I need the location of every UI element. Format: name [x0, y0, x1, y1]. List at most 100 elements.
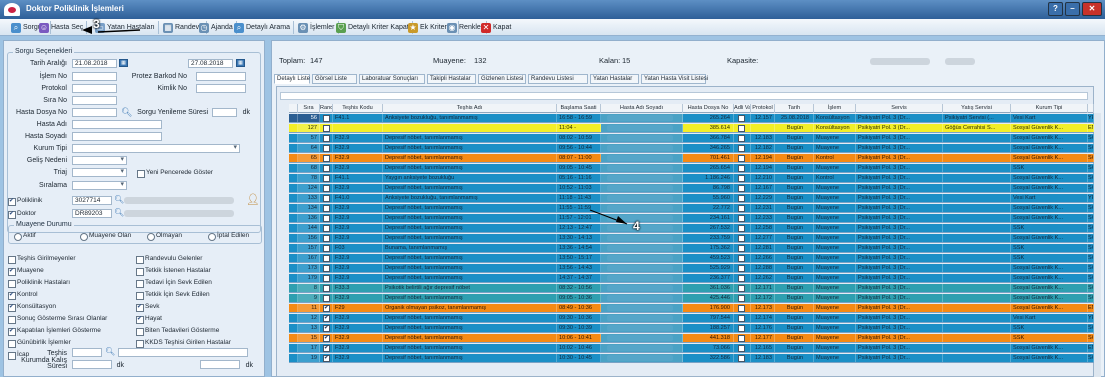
table-row[interactable]: 57 F32.9 Depresif nöbet, tanımlanmamış 08:0… [289, 134, 1094, 143]
randevu-checkbox[interactable] [323, 175, 330, 182]
randevu-checkbox[interactable] [323, 215, 330, 222]
table-row[interactable]: 65 F32.9 Depresif nöbet, tanımlanmamış 08:0… [289, 154, 1094, 163]
column-header[interactable]: Protokol [751, 104, 775, 113]
adli-vaka-checkbox[interactable] [738, 165, 745, 172]
filter-checkbox[interactable]: Hayat [136, 315, 162, 324]
radio-muayene-olan[interactable]: Muayene Olan [80, 232, 131, 241]
gelis-nedeni-select[interactable] [72, 156, 127, 165]
table-row[interactable]: 19 F32.9Depresif nöbet, tanımlanmamış10:3… [289, 354, 1094, 363]
teshis-name-input[interactable] [118, 348, 248, 357]
table-row[interactable]: 133 F41.0 Anksiyete bozukluğu, tanımlanmam… [289, 194, 1094, 203]
minimize-button[interactable]: – [1065, 2, 1080, 16]
kalis-max-input[interactable] [200, 360, 240, 369]
protokol-input[interactable] [72, 84, 117, 93]
randevu-checkbox[interactable] [323, 165, 330, 172]
adli-vaka-checkbox[interactable] [738, 325, 745, 332]
tab-2[interactable]: Görsel Liste [312, 74, 357, 84]
table-row[interactable]: 179 F32.9 Depresif nöbet, tanımlanmamış 14:… [289, 274, 1094, 283]
tab-8[interactable]: Yatan Hasta Visit Listesi [641, 74, 708, 84]
radio-aktif[interactable]: Aktif [14, 232, 36, 241]
tab-4[interactable]: Takipli Hastalar [427, 74, 476, 84]
randevu-checkbox[interactable] [323, 245, 330, 252]
randevu-checkbox[interactable] [323, 155, 330, 162]
search-icon[interactable]: 🔍︎ [105, 347, 115, 356]
adli-vaka-checkbox[interactable] [738, 215, 745, 222]
table-row[interactable]: 8 F33.3 Psikotik belirtili ağır depresif n… [289, 284, 1094, 293]
randevu-checkbox[interactable] [323, 225, 330, 232]
column-header[interactable]: Servis [856, 104, 943, 113]
close-window-button[interactable]: ✕ [1082, 2, 1102, 16]
filter-checkbox[interactable]: Tetkik İçin Sevk Edilen [136, 291, 210, 300]
hasta-adi-input[interactable] [72, 120, 162, 129]
table-row[interactable]: 11 F29Organik olmayan psikoz, tanımlanmam… [289, 304, 1094, 313]
toolbar-button-10[interactable]: ◉ Renkler [446, 21, 488, 34]
table-row[interactable]: 157 F03 Bunama, tanımlanmamış 13:36 - 14:54… [289, 244, 1094, 253]
table-row[interactable]: 56 F41.1 Anksiyete bozukluğu, tanımlanmamı… [289, 114, 1094, 123]
randevu-checkbox[interactable] [323, 305, 330, 312]
toolbar-button-2[interactable]: ☺ Hasta Seç [38, 21, 88, 34]
adli-vaka-checkbox[interactable] [738, 175, 745, 182]
filter-checkbox[interactable]: Teşhis Girilmeyenler [8, 255, 76, 264]
date-from-input[interactable]: 21.08.2018 [72, 59, 117, 68]
adli-vaka-checkbox[interactable] [738, 295, 745, 302]
randevu-checkbox[interactable] [323, 195, 330, 202]
filter-checkbox[interactable]: Tedavi İçin Sevk Edilen [136, 279, 212, 288]
table-row[interactable]: 136 F32.9 Depresif nöbet, tanımlanmamış 11:… [289, 214, 1094, 223]
randevu-checkbox[interactable] [323, 115, 330, 122]
table-row[interactable]: 173 F32.9 Depresif nöbet, tanımlanmamış 13:… [289, 264, 1094, 273]
vertical-scrollbar[interactable] [1094, 113, 1101, 377]
toolbar-button-7[interactable]: ⚙ İşlemler [297, 21, 338, 34]
table-row[interactable]: 64 F32.9 Depresif nöbet, tanımlanmamış 09:5… [289, 144, 1094, 153]
column-header[interactable]: Hasta Adı Soyadı [601, 104, 683, 113]
toolbar-button-6[interactable]: ⌕ Detaylı Arama [233, 21, 294, 34]
siralama-select[interactable] [72, 181, 127, 190]
filter-checkbox[interactable]: Sevk [136, 303, 159, 312]
adli-vaka-checkbox[interactable] [738, 125, 745, 132]
poliklinik-input[interactable]: 3027714 [72, 196, 112, 205]
column-header[interactable]: Sıra [298, 104, 320, 113]
adli-vaka-checkbox[interactable] [738, 335, 745, 342]
yeni-pencere-checkbox[interactable]: Yeni Pencerede Göster [137, 169, 213, 178]
search-icon[interactable]: 🔍︎ [114, 208, 124, 217]
column-header[interactable]: İşlem [814, 104, 856, 113]
table-row[interactable]: 9 F32.9 Depresif nöbet, tanımlanmamış 09:05… [289, 294, 1094, 303]
doktor-checkbox[interactable]: Doktor [8, 210, 36, 219]
column-header[interactable]: Kurum Tipi [1011, 104, 1088, 113]
column-header[interactable]: Yatış Servisi [943, 104, 1011, 113]
column-header[interactable]: Hasta Dosya No [683, 104, 734, 113]
poliklinik-checkbox[interactable]: Poliklinik [8, 197, 42, 206]
column-header[interactable]: Teşhis Adı [383, 104, 557, 113]
column-header[interactable]: Tarih [775, 104, 814, 113]
column-header[interactable]: Teşhis Kodu [333, 104, 383, 113]
table-row[interactable]: 167 F32.9 Depresif nöbet, tanımlanmamış 13:… [289, 254, 1094, 263]
randevu-checkbox[interactable] [323, 185, 330, 192]
tab-3[interactable]: Laboratuar Sonuçları [359, 74, 425, 84]
adli-vaka-checkbox[interactable] [738, 275, 745, 282]
teshis-code-input[interactable] [72, 348, 102, 357]
randevu-checkbox[interactable] [323, 345, 330, 352]
randevu-checkbox[interactable] [323, 125, 330, 132]
randevu-checkbox[interactable] [323, 265, 330, 272]
tab-5[interactable]: Gizlenen Listesi [478, 74, 526, 84]
sorgu-yenileme-input[interactable] [212, 108, 237, 117]
tab-7[interactable]: Yatan Hastalar [590, 74, 639, 84]
filter-checkbox[interactable]: Randevulu Gelenler [136, 255, 202, 264]
adli-vaka-checkbox[interactable] [738, 265, 745, 272]
column-header[interactable]: Randevu [320, 104, 333, 113]
help-button[interactable]: ? [1048, 2, 1063, 16]
adli-vaka-checkbox[interactable] [738, 155, 745, 162]
adli-vaka-checkbox[interactable] [738, 145, 745, 152]
randevu-checkbox[interactable] [323, 325, 330, 332]
adli-vaka-checkbox[interactable] [738, 345, 745, 352]
tab-1[interactable]: Detaylı Liste [274, 74, 310, 84]
adli-vaka-checkbox[interactable] [738, 285, 745, 292]
adli-vaka-checkbox[interactable] [738, 305, 745, 312]
kalis-min-input[interactable] [72, 360, 112, 369]
islem-no-input[interactable] [72, 72, 117, 81]
filter-checkbox[interactable]: Kontrol [8, 291, 38, 300]
table-row[interactable]: 15 F32.9Depresif nöbet, tanımlanmamış10:0… [289, 334, 1094, 343]
toolbar-button-8[interactable]: ⛉ Detaylı Kriter Kapat [335, 21, 413, 34]
filter-checkbox[interactable]: Sonuç Gösterme Sırası Olanlar [8, 315, 107, 324]
triaj-select[interactable] [72, 168, 127, 177]
filter-checkbox[interactable]: Muayene [8, 267, 44, 276]
